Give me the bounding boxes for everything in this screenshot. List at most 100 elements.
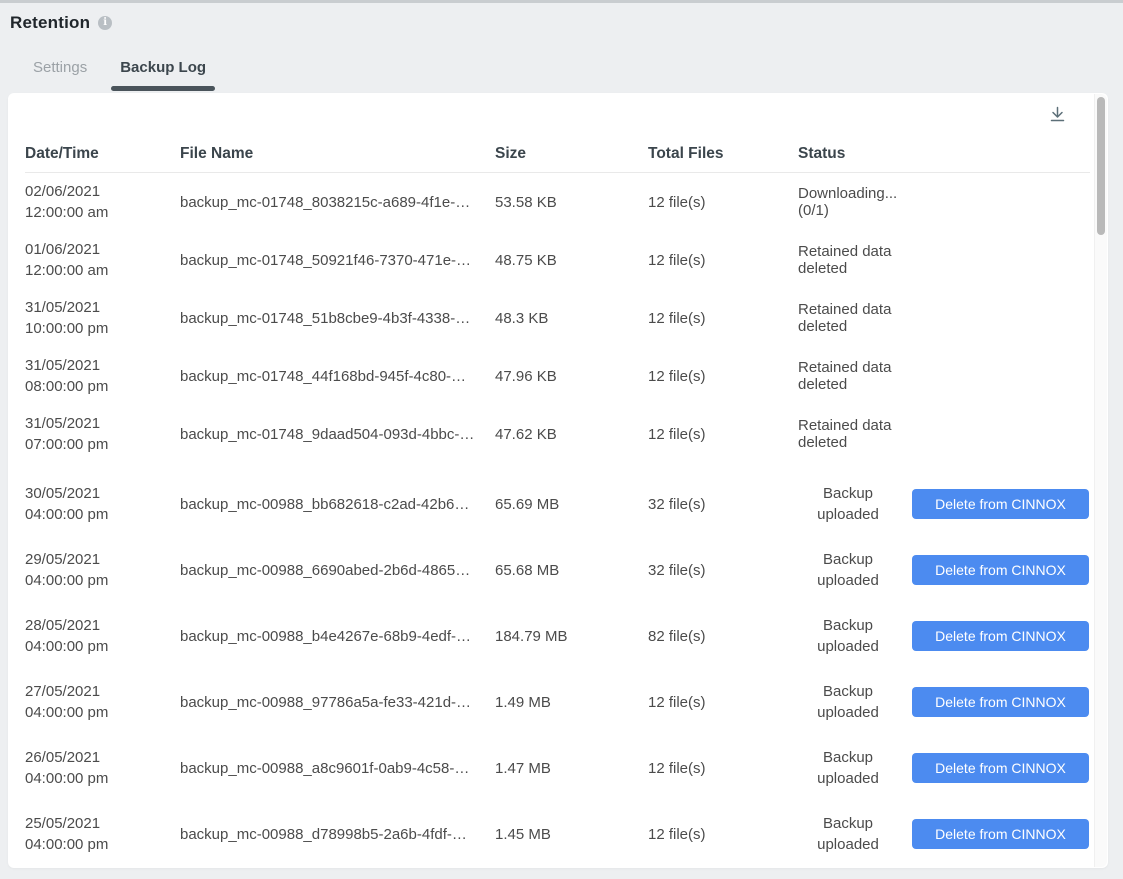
cell-size: 48.3 KB [495, 309, 549, 327]
cell-status: Retained data deleted [798, 301, 912, 335]
tab-backup-log[interactable]: Backup Log [111, 59, 216, 91]
status-text: Backup uploaded [817, 485, 879, 523]
cell-action: Delete from CINNOX [912, 819, 1090, 849]
cell-file-name: backup_mc-01748_51b8cbe9-4b3f-4338-… [180, 309, 471, 327]
status-text: Retained data deleted [798, 301, 892, 335]
cell-status: Backup uploaded [798, 549, 912, 591]
status-text: Retained data deleted [798, 243, 892, 277]
cell-status: Backup uploaded [798, 483, 912, 525]
status-text: Retained data deleted [798, 359, 892, 393]
cell-date: 31/05/2021 [25, 415, 101, 432]
column-header-size: Size [495, 144, 527, 162]
status-text: Backup uploaded [817, 617, 879, 655]
table-header: Date/Time File Name Size Total Files Sta… [25, 135, 1090, 173]
table-row: 02/06/2021 12:00:00 am backup_mc-01748_8… [25, 173, 1090, 231]
cell-total-files: 12 file(s) [648, 825, 706, 843]
delete-from-cinnox-button[interactable]: Delete from CINNOX [912, 489, 1089, 519]
cell-date-time: 31/05/2021 10:00:00 pm [25, 297, 180, 339]
status-text: Downloading... (0/1) [798, 185, 898, 219]
cell-file-name: backup_mc-01748_8038215c-a689-4f1e-… [180, 193, 471, 211]
download-icon[interactable] [1046, 103, 1068, 125]
cell-status: Retained data deleted [798, 417, 912, 451]
cell-file-name: backup_mc-01748_9daad504-093d-4bbc-… [180, 425, 475, 443]
cell-date-time: 30/05/2021 04:00:00 pm [25, 483, 180, 525]
status-text: Backup uploaded [817, 815, 879, 853]
backup-log-panel: Date/Time File Name Size Total Files Sta… [8, 93, 1108, 868]
cell-date: 02/06/2021 [25, 183, 101, 200]
cell-status: Retained data deleted [798, 243, 912, 277]
cell-status: Downloading... (0/1) [798, 185, 912, 219]
cell-date-time: 25/05/2021 04:00:00 pm [25, 813, 180, 855]
cell-time: 04:00:00 pm [25, 572, 109, 589]
cell-time: 04:00:00 pm [25, 506, 109, 523]
cell-action: Delete from CINNOX [912, 555, 1090, 585]
cell-time: 04:00:00 pm [25, 704, 109, 721]
table-row: 31/05/2021 08:00:00 pm backup_mc-01748_4… [25, 347, 1090, 405]
table-row: 28/05/2021 04:00:00 pm backup_mc-00988_b… [25, 603, 1090, 669]
cell-total-files: 12 file(s) [648, 693, 706, 711]
cell-time: 04:00:00 pm [25, 770, 109, 787]
scrollbar-thumb[interactable] [1097, 97, 1105, 235]
cell-time: 07:00:00 pm [25, 436, 109, 453]
table-row: 27/05/2021 04:00:00 pm backup_mc-00988_9… [25, 669, 1090, 735]
status-text: Retained data deleted [798, 417, 892, 451]
cell-size: 1.47 MB [495, 759, 551, 777]
status-text: Backup uploaded [817, 683, 879, 721]
cell-time: 10:00:00 pm [25, 320, 109, 337]
scrollbar-track[interactable] [1094, 94, 1107, 867]
delete-from-cinnox-button[interactable]: Delete from CINNOX [912, 555, 1089, 585]
tab-backup-log-label: Backup Log [120, 59, 207, 76]
tab-settings[interactable]: Settings [33, 59, 87, 90]
cell-action: Delete from CINNOX [912, 753, 1090, 783]
cell-total-files: 12 file(s) [648, 251, 706, 269]
cell-status: Backup uploaded [798, 681, 912, 723]
cell-date: 01/06/2021 [25, 241, 101, 258]
cell-date-time: 27/05/2021 04:00:00 pm [25, 681, 180, 723]
cell-date-time: 31/05/2021 08:00:00 pm [25, 355, 180, 397]
cell-time: 04:00:00 pm [25, 836, 109, 853]
cell-total-files: 82 file(s) [648, 627, 706, 645]
cell-total-files: 12 file(s) [648, 309, 706, 327]
active-tab-indicator [111, 86, 216, 91]
page-header: Retention i [0, 0, 1123, 33]
tab-bar: Settings Backup Log [0, 33, 1123, 91]
delete-from-cinnox-button[interactable]: Delete from CINNOX [912, 819, 1089, 849]
table-row: 26/05/2021 04:00:00 pm backup_mc-00988_a… [25, 735, 1090, 801]
column-header-file-name: File Name [180, 144, 254, 162]
cell-file-name: backup_mc-01748_50921f46-7370-471e-… [180, 251, 472, 269]
cell-size: 1.45 MB [495, 825, 551, 843]
status-text: Backup uploaded [817, 749, 879, 787]
cell-total-files: 32 file(s) [648, 561, 706, 579]
cell-action: Delete from CINNOX [912, 489, 1090, 519]
cell-size: 47.96 KB [495, 367, 557, 385]
cell-date: 26/05/2021 [25, 749, 101, 766]
cell-time: 12:00:00 am [25, 262, 109, 279]
top-divider [0, 0, 1123, 3]
info-icon[interactable]: i [98, 16, 113, 30]
cell-size: 47.62 KB [495, 425, 557, 443]
table-row: 31/05/2021 10:00:00 pm backup_mc-01748_5… [25, 289, 1090, 347]
cell-status: Backup uploaded [798, 747, 912, 789]
column-header-date-time: Date/Time [25, 145, 99, 162]
cell-date: 30/05/2021 [25, 485, 101, 502]
cell-date-time: 02/06/2021 12:00:00 am [25, 181, 180, 223]
cell-size: 184.79 MB [495, 627, 568, 645]
cell-date-time: 26/05/2021 04:00:00 pm [25, 747, 180, 789]
cell-time: 04:00:00 pm [25, 638, 109, 655]
cell-date: 31/05/2021 [25, 357, 101, 374]
cell-action: Delete from CINNOX [912, 621, 1090, 651]
download-icon-glyph [1050, 106, 1064, 121]
delete-from-cinnox-button[interactable]: Delete from CINNOX [912, 753, 1089, 783]
cell-file-name: backup_mc-01748_44f168bd-945f-4c80-… [180, 367, 467, 385]
status-text: Backup uploaded [817, 551, 879, 589]
cell-action: Delete from CINNOX [912, 687, 1090, 717]
column-header-status: Status [798, 144, 846, 162]
cell-total-files: 12 file(s) [648, 367, 706, 385]
cell-file-name: backup_mc-00988_6690abed-2b6d-4865… [180, 561, 471, 579]
column-header-total-files: Total Files [648, 144, 724, 162]
cell-file-name: backup_mc-00988_a8c9601f-0ab9-4c58-… [180, 759, 470, 777]
cell-file-name: backup_mc-00988_d78998b5-2a6b-4fdf-… [180, 825, 467, 843]
delete-from-cinnox-button[interactable]: Delete from CINNOX [912, 621, 1089, 651]
delete-from-cinnox-button[interactable]: Delete from CINNOX [912, 687, 1089, 717]
cell-total-files: 32 file(s) [648, 495, 706, 513]
